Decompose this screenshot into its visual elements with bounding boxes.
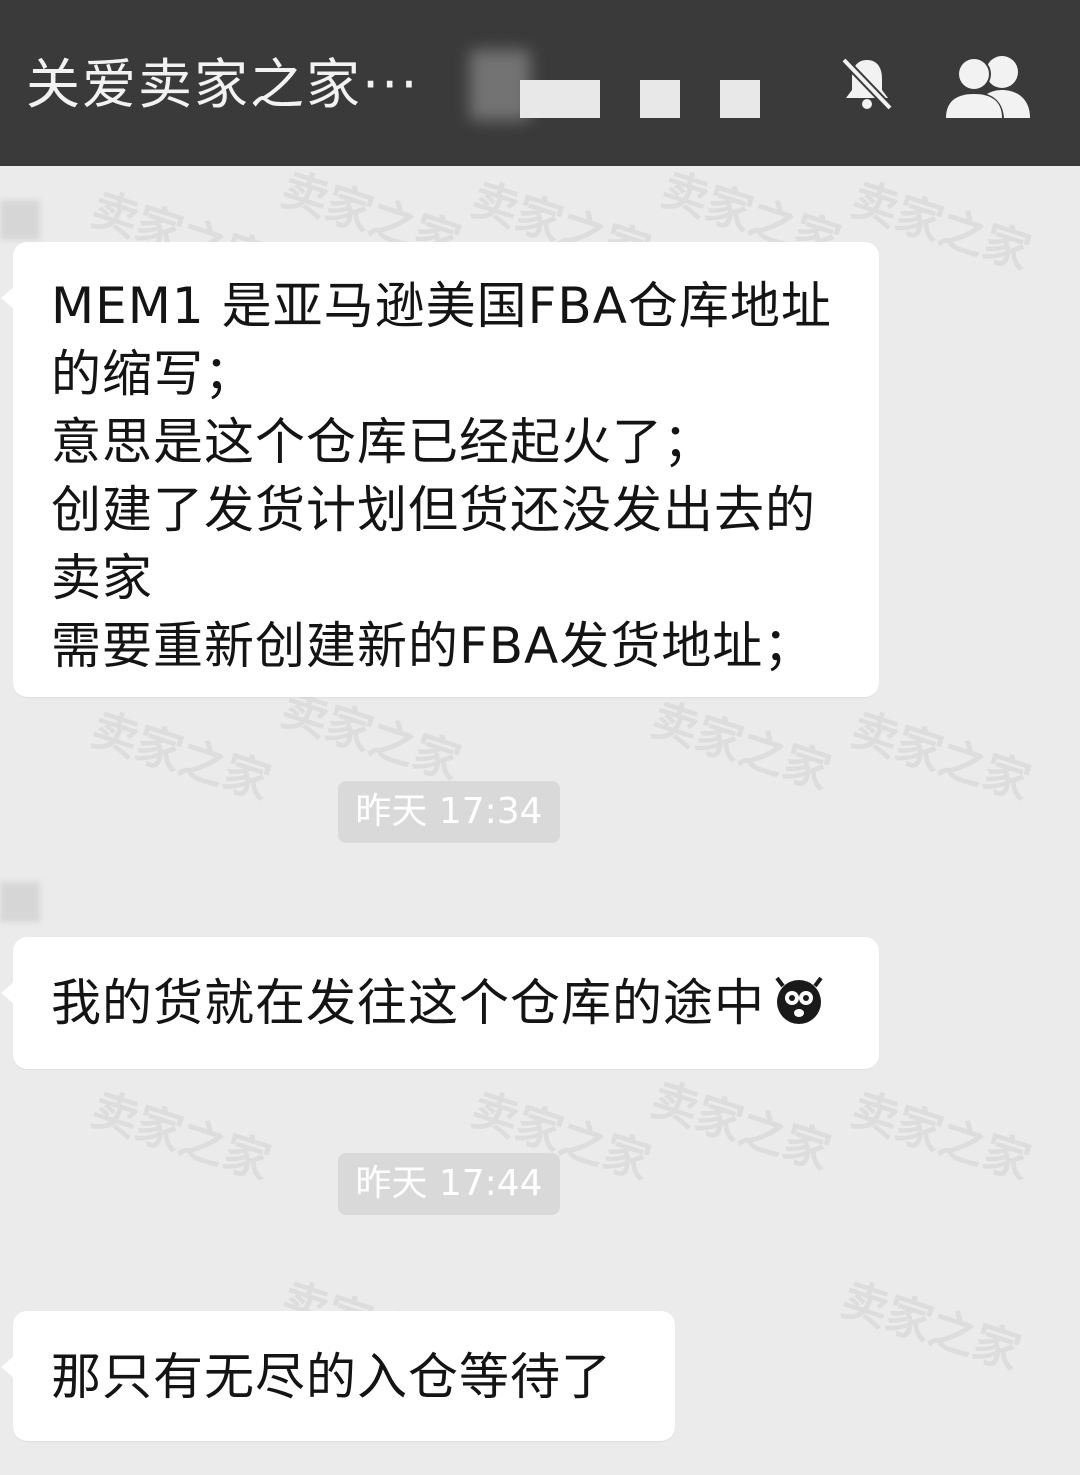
watermark: 卖家之家: [645, 691, 837, 800]
timestamp: 昨天 17:44: [338, 1153, 560, 1215]
redacted-block: [520, 80, 600, 118]
message-text-content: 我的货就在发往这个仓库的途中: [51, 974, 765, 1032]
redacted-block: [640, 80, 680, 118]
redacted-block: [720, 80, 760, 118]
message-bubble[interactable]: 我的货就在发往这个仓库的途中: [1, 937, 879, 1069]
message-text: 我的货就在发往这个仓库的途中: [51, 969, 825, 1037]
sender-avatar[interactable]: [0, 882, 40, 922]
chat-title[interactable]: 关爱卖家之家···: [26, 52, 420, 118]
timestamp: 昨天 17:34: [338, 781, 560, 843]
watermark: 卖家之家: [645, 1071, 837, 1180]
message-bubble[interactable]: MEM1 是亚马逊美国FBA仓库地址 的缩写； 意思是这个仓库已经起火了； 创建…: [1, 242, 879, 697]
message-bubble[interactable]: 那只有无尽的入仓等待了: [1, 1311, 675, 1441]
watermark: 卖家之家: [85, 701, 277, 810]
watermark: 卖家之家: [835, 1271, 1027, 1380]
message-text: MEM1 是亚马逊美国FBA仓库地址 的缩写； 意思是这个仓库已经起火了； 创建…: [51, 277, 832, 675]
mute-bell-icon: [841, 57, 893, 111]
chat-header: 关爱卖家之家···: [0, 0, 1080, 166]
watermark: 卖家之家: [845, 1081, 1037, 1190]
message-text: 那只有无尽的入仓等待了: [51, 1348, 612, 1406]
group-members-icon[interactable]: [940, 50, 1036, 122]
watermark: 卖家之家: [845, 701, 1037, 810]
sender-avatar[interactable]: [0, 200, 40, 240]
watermark: 卖家之家: [85, 1081, 277, 1190]
scared-face-emoji: [775, 976, 823, 1024]
